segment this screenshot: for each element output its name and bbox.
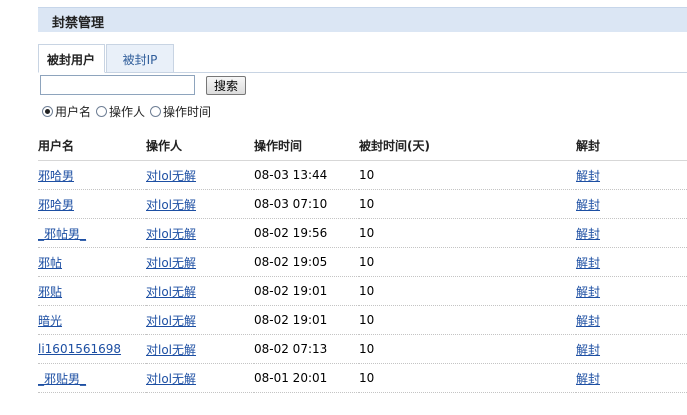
operation-time: 08-02 19:05 <box>254 247 359 277</box>
unban-link[interactable]: 解封 <box>576 227 600 241</box>
table-row: 邪贴 对lol无解 08-02 19:01 10 解封 <box>38 276 687 306</box>
radio-checked-icon[interactable] <box>42 105 53 117</box>
column-header-unban: 解封 <box>576 131 687 161</box>
unban-link[interactable]: 解封 <box>576 198 600 212</box>
column-header-ban-days: 被封时间(天) <box>359 131 576 161</box>
operation-time: 08-02 19:01 <box>254 276 359 306</box>
ban-days: 10 <box>359 189 576 219</box>
column-header-username: 用户名 <box>38 131 146 161</box>
ban-management-page: 封禁管理 被封用户 被封IP 搜索 用户名 操作人 操作时间 用户名 操作人 操… <box>0 0 687 415</box>
username-link[interactable]: 邪贴 <box>38 285 62 299</box>
filter-option-time[interactable]: 操作时间 <box>150 103 211 120</box>
radio-unchecked-icon[interactable] <box>96 105 108 117</box>
radio-unchecked-icon[interactable] <box>150 105 162 117</box>
table-row: 暗光 对lol无解 08-02 19:01 10 解封 <box>38 305 687 335</box>
operation-time: 08-02 19:01 <box>254 305 359 335</box>
search-button[interactable]: 搜索 <box>206 76 246 95</box>
ban-days: 10 <box>359 160 576 190</box>
username-link[interactable]: _邪帖男_ <box>38 227 86 241</box>
ban-days: 10 <box>359 218 576 248</box>
operation-time: 08-02 07:13 <box>254 334 359 364</box>
operation-time: 08-03 13:44 <box>254 160 359 190</box>
tab-banned-users[interactable]: 被封用户 <box>38 44 105 73</box>
column-header-operator: 操作人 <box>146 131 254 161</box>
operator-link[interactable]: 对lol无解 <box>146 372 196 386</box>
operator-link[interactable]: 对lol无解 <box>146 343 196 357</box>
operator-link[interactable]: 对lol无解 <box>146 314 196 328</box>
operator-link[interactable]: 对lol无解 <box>146 256 196 270</box>
operation-time: 08-01 20:01 <box>254 363 359 393</box>
filter-option-username[interactable]: 用户名 <box>42 103 91 120</box>
unban-link[interactable]: 解封 <box>576 169 600 183</box>
filter-option-operator[interactable]: 操作人 <box>96 103 145 120</box>
operation-time: 08-03 07:10 <box>254 189 359 219</box>
tab-banned-ip[interactable]: 被封IP <box>106 44 174 73</box>
filter-option-label: 操作时间 <box>163 104 212 119</box>
filter-option-label: 操作人 <box>109 104 146 119</box>
username-link[interactable]: li1601561698 <box>38 342 121 356</box>
search-input[interactable] <box>40 75 195 95</box>
table-row: li1601561698 对lol无解 08-02 07:13 10 解封 <box>38 334 687 364</box>
operator-link[interactable]: 对lol无解 <box>146 285 196 299</box>
unban-link[interactable]: 解封 <box>576 314 600 328</box>
table-row: 邪哈男 对lol无解 08-03 07:10 10 解封 <box>38 189 687 219</box>
tab-bar: 被封用户 被封IP <box>38 44 687 73</box>
ban-days: 10 <box>359 305 576 335</box>
username-link[interactable]: 暗光 <box>38 314 62 328</box>
username-link[interactable]: 邪帖 <box>38 256 62 270</box>
operation-time: 08-02 19:56 <box>254 218 359 248</box>
ban-days: 10 <box>359 363 576 393</box>
table-row: _邪贴男_ 对lol无解 08-01 20:01 10 解封 <box>38 363 687 393</box>
table-row: 邪哈男 对lol无解 08-03 13:44 10 解封 <box>38 160 687 190</box>
ban-days: 10 <box>359 334 576 364</box>
column-header-operation-time: 操作时间 <box>254 131 359 161</box>
operator-link[interactable]: 对lol无解 <box>146 169 196 183</box>
table-row: 邪帖 对lol无解 08-02 19:05 10 解封 <box>38 247 687 277</box>
page-header: 封禁管理 <box>38 7 687 32</box>
operator-link[interactable]: 对lol无解 <box>146 198 196 212</box>
operator-link[interactable]: 对lol无解 <box>146 227 196 241</box>
ban-days: 10 <box>359 247 576 277</box>
ban-days: 10 <box>359 276 576 306</box>
banned-users-table: 用户名 操作人 操作时间 被封时间(天) 解封 邪哈男 对lol无解 08-03… <box>38 131 687 393</box>
filter-option-label: 用户名 <box>55 104 92 119</box>
table-row: _邪帖男_ 对lol无解 08-02 19:56 10 解封 <box>38 218 687 248</box>
unban-link[interactable]: 解封 <box>576 372 600 386</box>
unban-link[interactable]: 解封 <box>576 343 600 357</box>
search-filter-options: 用户名 操作人 操作时间 <box>42 102 216 120</box>
unban-link[interactable]: 解封 <box>576 285 600 299</box>
page-title: 封禁管理 <box>52 16 105 31</box>
table-header-row: 用户名 操作人 操作时间 被封时间(天) 解封 <box>38 131 687 161</box>
username-link[interactable]: _邪贴男_ <box>38 372 86 386</box>
unban-link[interactable]: 解封 <box>576 256 600 270</box>
username-link[interactable]: 邪哈男 <box>38 198 74 212</box>
username-link[interactable]: 邪哈男 <box>38 169 74 183</box>
